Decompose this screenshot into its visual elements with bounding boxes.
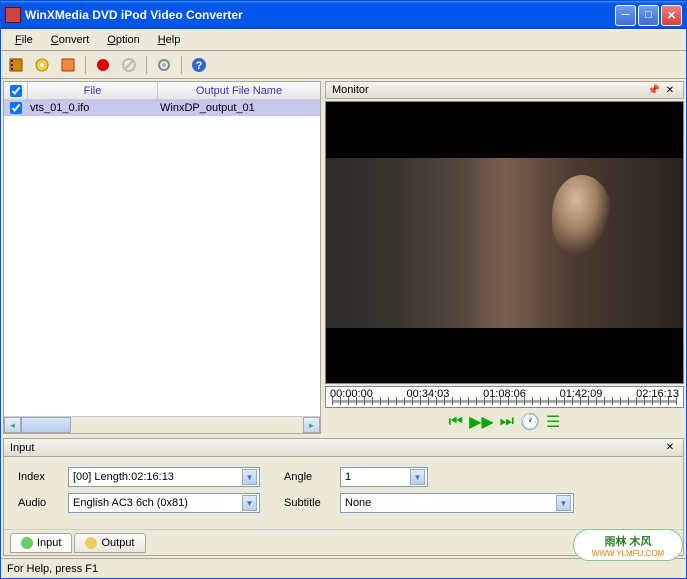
input-header: Input ✕	[4, 439, 683, 457]
chevron-down-icon[interactable]: ▼	[242, 495, 257, 511]
file-list-panel: File Output File Name vts_01_0.ifo WinxD…	[3, 81, 321, 434]
status-text: For Help, press F1	[7, 563, 98, 575]
video-preview	[325, 101, 684, 384]
select-all-checkbox[interactable]	[10, 85, 22, 97]
titlebar-text: WinXMedia DVD iPod Video Converter	[25, 8, 615, 22]
tab-input-label: Input	[37, 537, 61, 549]
main-area: File Output File Name vts_01_0.ifo WinxD…	[1, 79, 686, 436]
gear-icon[interactable]	[155, 56, 173, 74]
app-icon	[5, 7, 21, 23]
row-checkbox[interactable]	[10, 102, 22, 114]
audio-value: English AC3 6ch (0x81)	[73, 497, 242, 509]
scroll-track[interactable]	[71, 417, 303, 433]
monitor-title: Monitor	[332, 84, 645, 96]
input-title: Input	[10, 442, 661, 454]
subtitle-value: None	[345, 497, 556, 509]
angle-label: Angle	[284, 471, 332, 483]
monitor-header: Monitor 📌 ✕	[325, 81, 684, 99]
subtitle-label: Subtitle	[284, 497, 332, 509]
stop-disabled-icon	[120, 56, 138, 74]
column-header-file[interactable]: File	[28, 82, 158, 99]
close-button[interactable]: ✕	[661, 5, 682, 26]
video-frame	[326, 158, 683, 328]
chevron-down-icon[interactable]: ▼	[556, 495, 571, 511]
horizontal-scrollbar[interactable]: ◄ ►	[4, 416, 320, 433]
monitor-panel: Monitor 📌 ✕ 00:00:00 00:34:03 01:08:06 0…	[325, 81, 684, 434]
scroll-thumb[interactable]	[21, 417, 71, 433]
maximize-button[interactable]: □	[638, 5, 659, 26]
file-list-body	[4, 116, 320, 416]
index-combo[interactable]: [00] Length:02:16:13 ▼	[68, 467, 260, 487]
svg-text:?: ?	[196, 60, 203, 72]
chevron-down-icon[interactable]: ▼	[242, 469, 257, 485]
vob-icon[interactable]	[59, 56, 77, 74]
menu-convert[interactable]: Convert	[43, 32, 98, 48]
scroll-right-button[interactable]: ►	[303, 417, 320, 433]
menubar: File Convert Option Help	[1, 29, 686, 51]
films-icon[interactable]	[7, 56, 25, 74]
header-checkbox-cell[interactable]	[4, 82, 28, 99]
watermark: 雨林 木风 WWW.YLMFU.COM	[573, 529, 683, 561]
column-header-output[interactable]: Output File Name	[158, 82, 320, 99]
tab-output-label: Output	[101, 537, 134, 549]
clock-icon[interactable]: 🕐	[520, 412, 540, 432]
tab-input[interactable]: Input	[10, 533, 72, 553]
video-letterbox-bottom	[326, 328, 683, 384]
file-row[interactable]: vts_01_0.ifo WinxDP_output_01	[4, 100, 320, 116]
index-label: Index	[18, 471, 60, 483]
pin-icon[interactable]: 📌	[647, 83, 661, 97]
help-icon[interactable]: ?	[190, 56, 208, 74]
toolbar: ?	[1, 51, 686, 79]
file-list-header: File Output File Name	[4, 82, 320, 100]
angle-value: 1	[345, 471, 410, 483]
video-letterbox-top	[326, 102, 683, 158]
timeline[interactable]: 00:00:00 00:34:03 01:08:06 01:42:09 02:1…	[325, 386, 684, 408]
statusbar: For Help, press F1	[1, 558, 686, 578]
menu-help[interactable]: Help	[150, 32, 189, 48]
chevron-down-icon[interactable]: ▼	[410, 469, 425, 485]
skip-back-icon[interactable]: ⏮	[449, 413, 463, 431]
subtitle-combo[interactable]: None ▼	[340, 493, 574, 513]
tab-output[interactable]: Output	[74, 533, 145, 553]
play-icon[interactable]: ▶▶	[469, 412, 494, 432]
playback-controls: ⏮ ▶▶ ⏭ 🕐 ☰	[325, 410, 684, 434]
output-tab-icon	[85, 537, 97, 549]
dvd-icon[interactable]	[33, 56, 51, 74]
list-icon[interactable]: ☰	[546, 412, 560, 432]
input-tab-icon	[21, 537, 33, 549]
scroll-left-button[interactable]: ◄	[4, 417, 21, 433]
row-output-cell: WinxDP_output_01	[158, 102, 320, 114]
minimize-button[interactable]: ─	[615, 5, 636, 26]
skip-forward-icon[interactable]: ⏭	[500, 413, 514, 431]
record-icon[interactable]	[94, 56, 112, 74]
watermark-line2: WWW.YLMFU.COM	[592, 549, 664, 558]
close-input-icon[interactable]: ✕	[663, 441, 677, 455]
menu-option[interactable]: Option	[99, 32, 147, 48]
angle-combo[interactable]: 1 ▼	[340, 467, 428, 487]
row-file-cell: vts_01_0.ifo	[28, 102, 158, 114]
menu-file[interactable]: File	[7, 32, 41, 48]
watermark-line1: 雨林 木风	[604, 533, 651, 549]
timeline-track[interactable]	[332, 400, 677, 403]
titlebar: WinXMedia DVD iPod Video Converter ─ □ ✕	[1, 1, 686, 29]
audio-combo[interactable]: English AC3 6ch (0x81) ▼	[68, 493, 260, 513]
audio-label: Audio	[18, 497, 60, 509]
app-window: WinXMedia DVD iPod Video Converter ─ □ ✕…	[0, 0, 687, 579]
close-panel-icon[interactable]: ✕	[663, 83, 677, 97]
index-value: [00] Length:02:16:13	[73, 471, 242, 483]
